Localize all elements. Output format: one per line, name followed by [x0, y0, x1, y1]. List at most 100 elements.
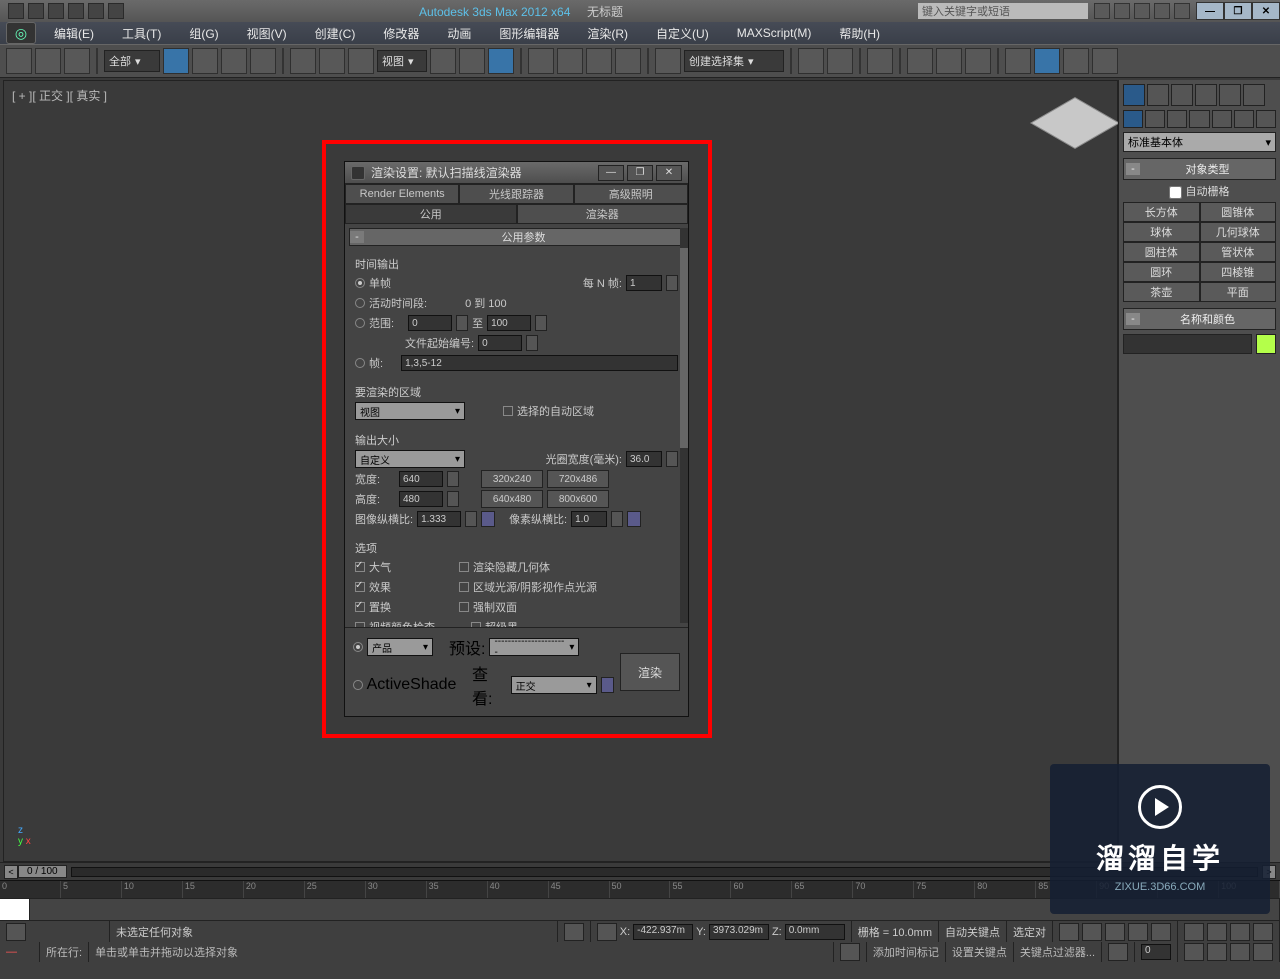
menu-group[interactable]: 组(G)	[175, 25, 232, 42]
menu-animation[interactable]: 动画	[433, 25, 485, 42]
menu-maxscript[interactable]: MAXScript(M)	[723, 26, 826, 40]
redo-icon[interactable]	[88, 3, 104, 19]
zoom-icon[interactable]	[1184, 923, 1204, 941]
tab-advanced-lighting[interactable]: 高级照明	[574, 184, 688, 204]
lights-cat-icon[interactable]	[1167, 110, 1187, 128]
rect-region-icon[interactable]	[221, 48, 247, 74]
dialog-titlebar[interactable]: 渲染设置: 默认扫描线渲染器 — ❐ ✕	[345, 162, 688, 184]
percent-snap-icon[interactable]	[586, 48, 612, 74]
set-key-button[interactable]: 设置关键点	[946, 942, 1014, 962]
spinner-snap-icon[interactable]	[615, 48, 641, 74]
activeshade-radio[interactable]	[353, 680, 363, 690]
transform-type-icon[interactable]	[597, 923, 617, 941]
effects-checkbox[interactable]	[355, 582, 365, 592]
cameras-cat-icon[interactable]	[1189, 110, 1209, 128]
play-icon[interactable]	[1105, 923, 1125, 941]
communication-icon[interactable]	[1134, 3, 1150, 19]
motion-tab-icon[interactable]	[1195, 84, 1217, 106]
bind-spacewarp-icon[interactable]	[64, 48, 90, 74]
current-frame-field[interactable]: 0	[1135, 942, 1178, 962]
menu-rendering[interactable]: 渲染(R)	[573, 25, 642, 42]
app-menu-icon[interactable]: ◎	[6, 22, 36, 44]
minimize-button[interactable]: —	[1196, 2, 1224, 20]
preset-800x600-button[interactable]: 800x600	[547, 490, 609, 508]
zoom-all-icon[interactable]	[1207, 923, 1227, 941]
output-size-combo[interactable]: 自定义	[355, 450, 465, 468]
menu-graph-editors[interactable]: 图形编辑器	[485, 25, 573, 42]
goto-start-icon[interactable]	[1059, 923, 1079, 941]
select-object-icon[interactable]	[163, 48, 189, 74]
render-frame-icon[interactable]	[1034, 48, 1060, 74]
tab-renderer[interactable]: 渲染器	[517, 204, 689, 224]
range-from-spinner[interactable]	[456, 315, 468, 331]
view-lock-icon[interactable]	[601, 677, 614, 693]
autokey-button[interactable]: 自动关键点	[939, 921, 1007, 942]
search-icon[interactable]	[1094, 3, 1110, 19]
keyboard-shortcut-icon[interactable]	[488, 48, 514, 74]
object-name-input[interactable]	[1123, 334, 1252, 354]
object-type-rollout-header[interactable]: -对象类型	[1123, 158, 1276, 180]
maximize-button[interactable]: ❐	[1224, 2, 1252, 20]
layers-icon[interactable]	[867, 48, 893, 74]
auto-region-checkbox[interactable]	[503, 406, 513, 416]
pixel-aspect-lock-icon[interactable]	[627, 511, 641, 527]
range-to-spinner[interactable]	[535, 315, 547, 331]
time-tag-icon[interactable]	[834, 942, 867, 962]
view-combo[interactable]: 正交	[511, 676, 597, 694]
schematic-view-icon[interactable]	[936, 48, 962, 74]
viewcube[interactable]	[1045, 93, 1105, 153]
window-crossing-icon[interactable]	[250, 48, 276, 74]
scale-icon[interactable]	[348, 48, 374, 74]
qat-more-icon[interactable]	[108, 3, 124, 19]
tab-common[interactable]: 公用	[345, 204, 517, 224]
autogrid-checkbox[interactable]	[1169, 186, 1182, 199]
height-field[interactable]: 480	[399, 491, 443, 507]
image-aspect-lock-icon[interactable]	[481, 511, 495, 527]
tab-render-elements[interactable]: Render Elements	[345, 184, 459, 204]
close-button[interactable]: ✕	[1252, 2, 1280, 20]
single-frame-radio[interactable]	[355, 278, 365, 288]
width-field[interactable]: 640	[399, 471, 443, 487]
every-n-field[interactable]: 1	[626, 275, 662, 291]
frames-field[interactable]: 1,3,5-12	[401, 355, 678, 371]
menu-edit[interactable]: 编辑(E)	[40, 25, 108, 42]
render-production-icon[interactable]	[1063, 48, 1089, 74]
manipulate-icon[interactable]	[459, 48, 485, 74]
min-max-toggle-icon[interactable]	[1253, 943, 1273, 961]
viewport-label[interactable]: [ + ][ 正交 ][ 真实 ]	[12, 87, 107, 104]
select-by-name-icon[interactable]	[192, 48, 218, 74]
force-2sided-checkbox[interactable]	[459, 602, 469, 612]
dialog-close-button[interactable]: ✕	[656, 165, 682, 181]
display-tab-icon[interactable]	[1219, 84, 1241, 106]
lock-icon[interactable]	[558, 921, 591, 942]
displacement-checkbox[interactable]	[355, 602, 365, 612]
menu-help[interactable]: 帮助(H)	[825, 25, 894, 42]
production-radio[interactable]	[353, 642, 363, 652]
render-button[interactable]: 渲染	[620, 653, 680, 691]
named-selection-combo[interactable]: 创建选择集	[684, 50, 784, 72]
prev-frame-icon[interactable]	[1082, 923, 1102, 941]
rotate-icon[interactable]	[319, 48, 345, 74]
menu-modifiers[interactable]: 修改器	[369, 25, 433, 42]
preset-640x480-button[interactable]: 640x480	[481, 490, 543, 508]
video-color-checkbox[interactable]	[355, 622, 365, 627]
ref-coord-combo[interactable]: 视图	[377, 50, 427, 72]
teapot-button[interactable]: 茶壶	[1123, 282, 1200, 302]
aperture-spinner[interactable]	[666, 451, 678, 467]
superblack-checkbox[interactable]	[471, 622, 481, 627]
pan-icon[interactable]	[1184, 943, 1204, 961]
sphere-button[interactable]: 球体	[1123, 222, 1200, 242]
image-aspect-spinner[interactable]	[465, 511, 477, 527]
move-icon[interactable]	[290, 48, 316, 74]
cylinder-button[interactable]: 圆柱体	[1123, 242, 1200, 262]
tab-raytracer[interactable]: 光线跟踪器	[459, 184, 573, 204]
hierarchy-tab-icon[interactable]	[1171, 84, 1193, 106]
link-icon[interactable]	[6, 48, 32, 74]
add-time-tag[interactable]: 添加时间标记	[867, 942, 946, 962]
render-iterative-icon[interactable]	[1092, 48, 1118, 74]
menu-create[interactable]: 创建(C)	[301, 25, 370, 42]
undo-icon[interactable]	[68, 3, 84, 19]
range-radio[interactable]	[355, 318, 365, 328]
save-icon[interactable]	[48, 3, 64, 19]
utilities-tab-icon[interactable]	[1243, 84, 1265, 106]
